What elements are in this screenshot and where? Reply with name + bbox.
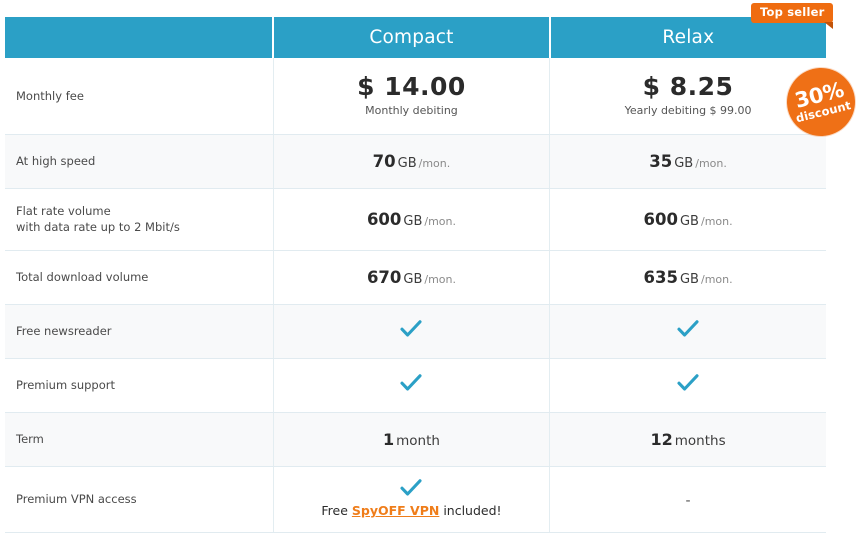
row-label-text: Premium VPN access: [16, 492, 137, 506]
value-number: 600: [366, 209, 402, 229]
plan-name-relax: Relax: [662, 27, 715, 48]
cell-relax-premium-support: [549, 358, 826, 413]
term-unit: month: [396, 432, 440, 449]
value-number: 670: [366, 267, 402, 287]
cell-compact-premium-vpn-access: Free SpyOFF VPN included!: [273, 466, 551, 533]
row-label-monthly-fee: Monthly fee: [5, 58, 274, 135]
table-row: At high speed 70 GB/mon. 35 GB/mon.: [5, 134, 826, 189]
check-icon: [400, 374, 423, 392]
row-label-text: Premium support: [16, 378, 115, 392]
cell-compact-flat-rate-volume: 600 GB/mon.: [273, 188, 551, 251]
value-period: /mon.: [424, 272, 457, 286]
value-period: /mon.: [424, 214, 457, 228]
row-label-term: Term: [5, 412, 274, 467]
row-label-text: Monthly fee: [16, 88, 84, 103]
top-seller-badge: Top seller: [751, 3, 834, 29]
price-sub-compact: Monthly debiting: [365, 104, 458, 118]
value-unit: GB: [679, 271, 699, 287]
table-row: Monthly fee $ 14.00 Monthly debiting $ 8…: [5, 58, 826, 135]
spyoff-vpn-link[interactable]: SpyOFF VPN: [352, 503, 439, 518]
table-row: Total download volume 670 GB/mon. 635 GB/m…: [5, 250, 826, 305]
term-number: 1: [382, 429, 395, 449]
term-unit: months: [674, 432, 726, 449]
value-period: /mon.: [418, 156, 451, 170]
cell-relax-premium-vpn-access: -: [549, 466, 826, 533]
pricing-table: Compact Relax Monthly fee $ 14.00 Monthl…: [5, 17, 826, 533]
top-seller-label: Top seller: [760, 5, 825, 19]
row-label-premium-vpn-access: Premium VPN access: [5, 466, 274, 533]
value-period: /mon.: [695, 156, 727, 170]
row-label-at-high-speed: At high speed: [5, 134, 274, 189]
cell-compact-at-high-speed: 70 GB/mon.: [273, 134, 551, 189]
table-row: Flat rate volume with data rate up to 2 …: [5, 188, 826, 251]
cell-relax-flat-rate-volume: 600 GB/mon.: [549, 188, 826, 251]
value-unit: GB: [403, 213, 423, 229]
row-label-text: Total download volume: [16, 270, 149, 284]
row-label-flat-rate-volume: Flat rate volume with data rate up to 2 …: [5, 188, 274, 251]
vpn-text-after: included!: [439, 503, 502, 518]
vpn-offer-text: Free SpyOFF VPN included!: [284, 503, 539, 519]
value-number: 635: [643, 267, 678, 287]
price-amount-compact: $ 14.00: [357, 72, 466, 102]
row-label-premium-support: Premium support: [5, 358, 274, 413]
row-label-total-download-volume: Total download volume: [5, 250, 274, 305]
row-label-free-newsreader: Free newsreader: [5, 304, 274, 359]
price-amount-relax: $ 8.25: [642, 72, 734, 102]
table-body: Monthly fee $ 14.00 Monthly debiting $ 8…: [5, 58, 826, 533]
not-included-dash: -: [685, 492, 691, 509]
row-label-text-line2: with data rate up to 2 Mbit/s: [16, 220, 180, 234]
row-label-text: Free newsreader: [16, 324, 112, 338]
value-number: 600: [643, 209, 678, 229]
cell-relax-total-download-volume: 635 GB/mon.: [549, 250, 826, 305]
cell-relax-term: 12 months: [549, 412, 826, 467]
row-label-text: At high speed: [16, 154, 96, 168]
cell-compact-premium-support: [273, 358, 551, 413]
value-unit: GB: [679, 213, 699, 229]
table-row: Premium support: [5, 358, 826, 413]
table-row: Premium VPN access Free SpyOFF VPN inclu…: [5, 466, 826, 533]
cell-compact-term: 1 month: [273, 412, 551, 467]
value-unit: GB: [403, 271, 423, 287]
value-number: 70: [372, 151, 396, 171]
value-unit: GB: [674, 155, 694, 171]
header-cell-feature: [5, 17, 275, 58]
check-icon: [677, 374, 699, 392]
pricing-comparison-page: Compact Relax Monthly fee $ 14.00 Monthl…: [0, 0, 861, 549]
header-cell-plan-compact[interactable]: Compact: [273, 17, 551, 58]
cell-relax-monthly-fee: $ 8.25 Yearly debiting $ 99.00: [549, 58, 826, 135]
term-number: 12: [650, 429, 673, 449]
row-label-text: Flat rate volume: [16, 204, 111, 218]
cell-relax-at-high-speed: 35 GB/mon.: [549, 134, 826, 189]
cell-compact-free-newsreader: [273, 304, 551, 359]
check-icon: [400, 479, 423, 497]
header-row: Compact Relax: [5, 17, 826, 58]
value-period: /mon.: [700, 272, 733, 286]
value-period: /mon.: [700, 214, 733, 228]
cell-relax-free-newsreader: [549, 304, 826, 359]
cell-compact-total-download-volume: 670 GB/mon.: [273, 250, 551, 305]
header-cell-plan-relax[interactable]: Relax: [549, 17, 826, 58]
plan-name-compact: Compact: [369, 27, 454, 48]
cell-compact-monthly-fee: $ 14.00 Monthly debiting: [273, 58, 551, 135]
price-sub-relax: Yearly debiting $ 99.00: [624, 104, 752, 118]
value-number: 35: [649, 151, 673, 171]
check-icon: [400, 320, 423, 338]
vpn-text-before: Free: [321, 503, 352, 518]
table-row: Free newsreader: [5, 304, 826, 359]
check-icon: [677, 320, 699, 338]
row-label-text: Term: [16, 432, 44, 446]
value-unit: GB: [397, 155, 417, 171]
table-header: Compact Relax: [5, 17, 826, 58]
table-row: Term 1 month 12 months: [5, 412, 826, 467]
